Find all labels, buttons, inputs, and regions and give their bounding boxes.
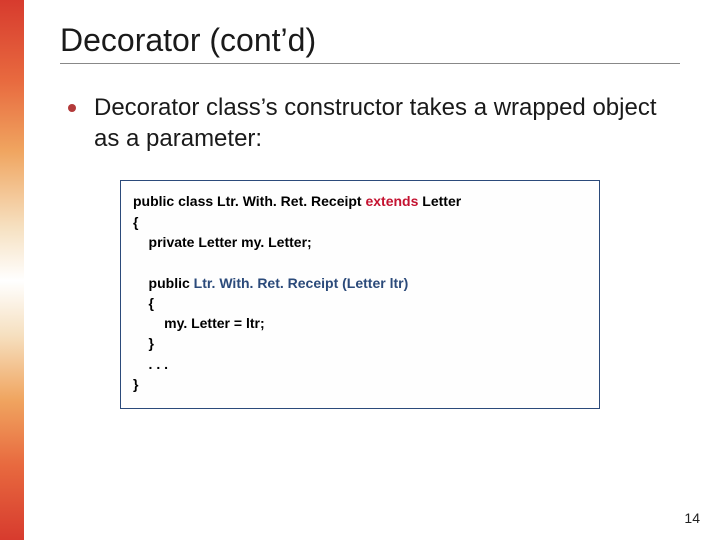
page-number: 14: [684, 510, 700, 526]
slide-content: Decorator (cont’d) Decorator class’s con…: [60, 22, 680, 409]
accent-bar: [0, 0, 24, 540]
code-line: my. Letter = ltr;: [133, 313, 587, 333]
code-text: public class Ltr. With. Ret. Receipt: [133, 193, 365, 209]
code-block: public class Ltr. With. Ret. Receipt ext…: [120, 180, 600, 409]
code-line: }: [133, 333, 587, 353]
code-line: }: [133, 374, 587, 394]
slide-title: Decorator (cont’d): [60, 22, 680, 64]
code-line: private Letter my. Letter;: [133, 232, 587, 252]
code-blank-line: [133, 252, 587, 272]
code-constructor: Ltr. With. Ret. Receipt (Letter ltr): [194, 275, 409, 291]
code-text: Letter: [418, 193, 461, 209]
bullet-text: Decorator class’s constructor takes a wr…: [94, 92, 680, 154]
code-keyword: extends: [365, 193, 418, 209]
code-line: public class Ltr. With. Ret. Receipt ext…: [133, 191, 587, 211]
code-text: public: [133, 275, 194, 291]
code-line: {: [133, 212, 587, 232]
code-line: {: [133, 293, 587, 313]
bullet-icon: [68, 104, 76, 112]
code-line: . . .: [133, 354, 587, 374]
bullet-item: Decorator class’s constructor takes a wr…: [68, 92, 680, 154]
code-line: public Ltr. With. Ret. Receipt (Letter l…: [133, 273, 587, 293]
